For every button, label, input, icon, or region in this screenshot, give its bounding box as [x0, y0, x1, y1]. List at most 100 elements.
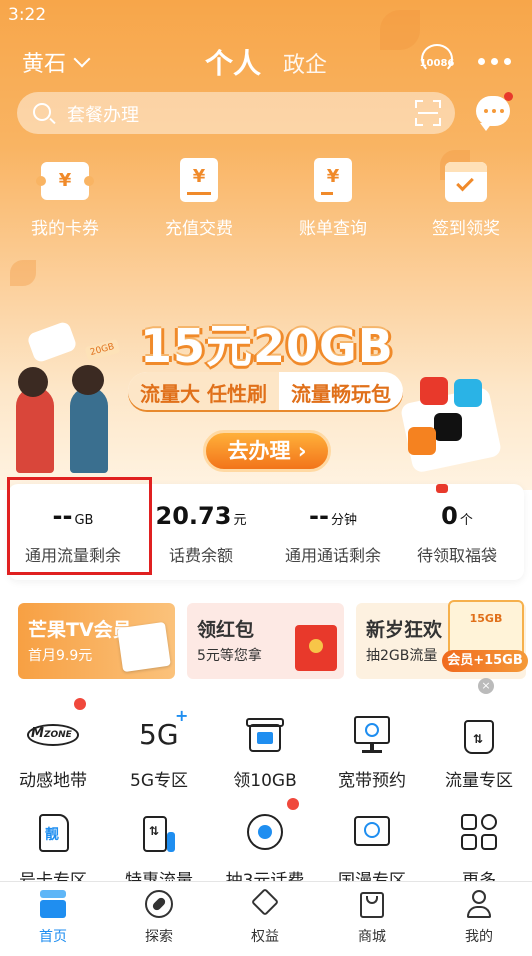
cta-label: 去办理: [227, 439, 291, 463]
quick-action-recharge[interactable]: ¥ 充值交费: [144, 158, 254, 239]
apps-illustration: [399, 365, 510, 475]
promo-title: 领红包: [197, 619, 255, 641]
quick-action-checkin[interactable]: 签到领奖: [411, 158, 521, 239]
mzone-icon: MZONE: [27, 712, 79, 756]
stat-value: 20.73: [155, 502, 232, 530]
lottery-icon: [243, 812, 287, 856]
stat-value: --: [309, 502, 329, 530]
tab-profile[interactable]: 我的: [426, 888, 532, 946]
compass-icon: [143, 888, 175, 920]
home-icon: [37, 888, 69, 920]
5g-icon: 5G +: [139, 706, 189, 751]
promo-subtitle: 5元等您拿: [197, 648, 262, 664]
tab-label: 探索: [145, 929, 173, 945]
tab-label: 权益: [251, 929, 279, 945]
stat-unit: 分钟: [330, 513, 357, 528]
service-5g[interactable]: 5G + 5G专区: [106, 706, 212, 791]
tab-label: 商城: [358, 929, 386, 945]
lucky-bag-count[interactable]: 0个 待领取福袋: [392, 484, 522, 566]
banner-tag: 流量畅玩包: [290, 382, 391, 406]
broadband-icon: [350, 712, 394, 756]
service-sim-card[interactable]: 靓 号卡专区: [0, 812, 106, 891]
red-envelope-icon: [295, 625, 337, 671]
city-selector[interactable]: 黄石: [22, 46, 91, 78]
service-more[interactable]: 更多: [426, 812, 532, 891]
tab-benefits[interactable]: 权益: [212, 887, 318, 946]
bill-icon: ¥: [309, 158, 357, 204]
service-lottery[interactable]: 抽3元话费: [212, 812, 318, 891]
chevron-down-icon: [73, 50, 91, 68]
promo-subtitle: 抽2GB流量: [366, 648, 438, 664]
stat-label: 待领取福袋: [416, 546, 497, 565]
service-mzone[interactable]: MZONE 动感地带: [0, 712, 106, 791]
promo-title: 新岁狂欢: [366, 619, 443, 641]
tab-enterprise[interactable]: 政企: [283, 47, 327, 79]
search-icon: [33, 103, 51, 121]
tv-card-icon: [117, 621, 171, 673]
quick-action-label: 充值交费: [165, 219, 233, 239]
service-discount-data[interactable]: ⇅ 特惠流量: [106, 812, 212, 891]
top-navigation: 黄石 个人 政企 10086: [0, 38, 532, 86]
bag-icon: [356, 888, 388, 920]
data-bag-icon: ⇅: [457, 712, 501, 756]
anime-icon: [350, 812, 394, 856]
banner-cta-button[interactable]: 去办理 ›: [203, 430, 331, 472]
service-label: 5G专区: [130, 771, 188, 791]
new-badge: [436, 484, 448, 493]
status-bar: 3:22: [0, 0, 532, 30]
service-claim-10gb[interactable]: 领10GB: [212, 712, 318, 791]
service-label: 动感地带: [19, 771, 87, 791]
search-placeholder: 套餐办理: [67, 105, 139, 126]
promo-red-packet[interactable]: 领红包 5元等您拿: [187, 603, 344, 679]
coupon-icon: ¥: [36, 158, 94, 204]
highlight-box: [7, 477, 152, 575]
sim-card-icon: 靓: [31, 812, 75, 856]
quick-action-label: 账单查询: [299, 219, 367, 239]
more-dots-icon[interactable]: [478, 58, 511, 65]
search-bar[interactable]: 套餐办理: [17, 92, 455, 134]
banner-tag: 流量大 任性刷: [128, 372, 279, 410]
gift-box-icon: [243, 712, 287, 756]
scan-icon[interactable]: [415, 100, 441, 126]
service-label: 宽带预约: [338, 771, 406, 791]
service-data-zone[interactable]: ⇅ 流量专区: [426, 712, 532, 791]
promo-subtitle: 首月9.9元: [28, 648, 93, 664]
notification-dot: [74, 698, 86, 710]
quick-action-coupons[interactable]: ¥ 我的卡券: [10, 158, 120, 239]
stat-value: 0: [441, 502, 458, 530]
quick-action-bill[interactable]: ¥ 账单查询: [278, 158, 388, 239]
status-time: 3:22: [8, 5, 47, 25]
data-pump-icon: ⇅: [137, 812, 181, 856]
call-balance[interactable]: -- 分钟 通用通话剩余: [268, 484, 398, 566]
close-icon[interactable]: ×: [478, 678, 494, 694]
service-anime[interactable]: 国漫专区: [319, 812, 425, 891]
stat-label: 通用通话剩余: [284, 546, 381, 565]
tab-home[interactable]: 首页: [0, 888, 106, 946]
gift-top-text: 15GB: [469, 612, 503, 625]
tab-personal[interactable]: 个人: [205, 42, 261, 82]
tab-explore[interactable]: 探索: [106, 888, 212, 946]
diamond-icon: [249, 887, 281, 920]
city-name: 黄石: [22, 52, 67, 77]
banner-tags: 流量大 任性刷 流量畅玩包: [128, 372, 403, 410]
people-illustration: 20GB: [8, 320, 128, 477]
message-icon[interactable]: [476, 92, 513, 131]
quick-action-label: 我的卡券: [31, 219, 99, 239]
recharge-icon: ¥: [175, 158, 223, 204]
more-grid-icon: [457, 812, 501, 856]
tab-label: 我的: [465, 929, 493, 945]
service-number: 10086: [419, 58, 455, 69]
service-label: 流量专区: [445, 771, 513, 791]
checkin-icon: [442, 158, 490, 204]
profile-icon: [463, 888, 495, 920]
floating-gift-badge[interactable]: 15GB 会员+15GB: [442, 592, 528, 680]
promo-mango-tv[interactable]: 芒果TV会员 首月9.9元: [18, 603, 175, 679]
customer-service-icon[interactable]: 10086: [415, 42, 459, 82]
notification-dot: [287, 798, 299, 810]
stat-unit: 元: [233, 513, 247, 528]
promo-banner[interactable]: 20GB 15元20GB 流量大 任性刷 流量畅玩包 去办理 ›: [0, 255, 532, 480]
stat-label: 话费余额: [168, 546, 233, 565]
service-broadband[interactable]: 宽带预约: [319, 712, 425, 791]
fee-balance[interactable]: 20.73 元 话费余额: [136, 484, 266, 566]
tab-mall[interactable]: 商城: [319, 888, 425, 946]
